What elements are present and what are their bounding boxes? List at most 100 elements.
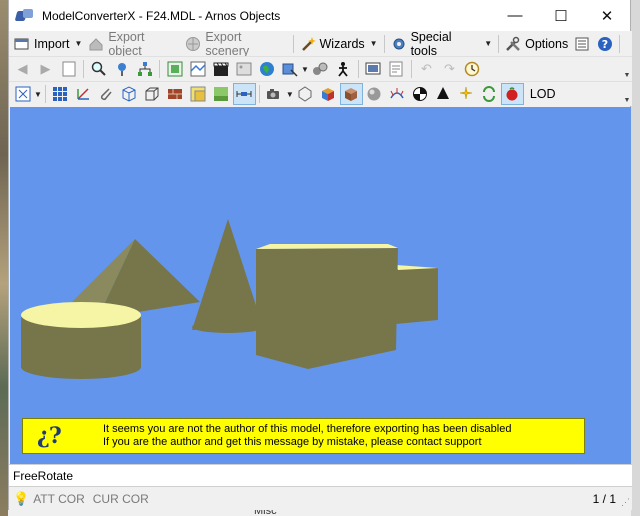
svg-text:?: ? — [602, 38, 608, 51]
paperclip-icon — [98, 86, 114, 102]
options-button[interactable]: Options — [502, 33, 571, 55]
axis-button[interactable] — [72, 83, 95, 105]
special-tools-button[interactable]: Special tools ▼ — [388, 30, 496, 58]
toolbar-separator — [83, 60, 84, 78]
fit-view-button[interactable] — [11, 83, 34, 105]
normals-button[interactable] — [386, 83, 409, 105]
locate-button[interactable] — [110, 58, 133, 80]
cur-cor-indicator: CUR COR — [92, 491, 149, 506]
sphere-button[interactable] — [363, 83, 386, 105]
minimize-button[interactable]: — — [492, 0, 538, 31]
light-map-icon — [190, 86, 206, 102]
screenshot-button[interactable] — [362, 58, 385, 80]
pin-icon — [114, 61, 130, 77]
world-button[interactable] — [255, 58, 278, 80]
zoom-button[interactable] — [87, 58, 110, 80]
refresh-button[interactable] — [478, 83, 501, 105]
warning-line-2: If you are the author and get this messa… — [103, 436, 482, 448]
resize-grip-icon[interactable]: ⋰ — [621, 497, 630, 508]
undo-button[interactable]: ↶ — [415, 58, 438, 80]
image-button[interactable] — [232, 58, 255, 80]
animation-button[interactable] — [209, 58, 232, 80]
main-toolbar: Import ▼ Export object Export scenery Wi… — [9, 30, 632, 58]
toolbar-overflow-button[interactable]: ▼ — [623, 57, 631, 79]
shadow-button[interactable] — [432, 83, 455, 105]
attach-button[interactable] — [95, 83, 118, 105]
bounding-box-button[interactable] — [141, 83, 164, 105]
back-button[interactable]: ◀ — [11, 58, 34, 80]
notes-button[interactable] — [571, 33, 594, 55]
export-object-button[interactable]: Export object — [85, 30, 182, 58]
warning-line-1: It seems you are not the author of this … — [103, 423, 512, 435]
report-button[interactable] — [385, 58, 408, 80]
window-title: ModelConverterX - F24.MDL - Arnos Object… — [42, 8, 281, 23]
polygon-button[interactable] — [294, 83, 317, 105]
camera-button[interactable] — [263, 83, 286, 105]
box-shape — [256, 244, 438, 369]
texture-cube-button[interactable] — [339, 83, 363, 105]
texture-cube-icon — [343, 86, 359, 102]
placement-button[interactable] — [278, 58, 301, 80]
lightbulb-icon: 💡 — [13, 490, 30, 506]
page-button[interactable] — [57, 58, 80, 80]
3d-viewport[interactable]: ¿? It seems you are not the author of th… — [10, 107, 631, 464]
help-icon: ? — [597, 36, 613, 52]
light-map-button[interactable] — [187, 83, 210, 105]
material-editor-button[interactable] — [163, 58, 186, 80]
effects-button[interactable] — [455, 83, 478, 105]
measure-button[interactable] — [232, 83, 256, 105]
wireframe-button[interactable] — [118, 83, 141, 105]
terrain-button[interactable] — [210, 83, 233, 105]
chevron-down-icon[interactable]: ▼ — [34, 90, 42, 99]
toolbar-separator — [383, 34, 385, 53]
maximize-button[interactable]: ☐ — [538, 0, 584, 31]
tools-icon — [505, 36, 521, 52]
terrain-icon — [213, 86, 229, 102]
grid-button[interactable] — [49, 83, 72, 105]
window-controls: — ☐ ✕ — [492, 0, 630, 31]
chevron-down-icon[interactable]: ▼ — [301, 65, 309, 74]
forward-button[interactable]: ▶ — [34, 58, 57, 80]
walker-button[interactable] — [332, 58, 355, 80]
lod-button[interactable]: LOD — [527, 83, 559, 105]
import-label: Import — [34, 36, 70, 51]
clock-icon — [464, 61, 480, 77]
redo-button[interactable]: ↷ — [438, 58, 461, 80]
toolbar-overflow-button[interactable]: ▼ — [623, 82, 631, 104]
time-button[interactable] — [461, 58, 484, 80]
redo-icon: ↷ — [443, 61, 455, 76]
import-button[interactable]: Import ▼ — [11, 33, 85, 55]
close-button[interactable]: ✕ — [584, 0, 630, 31]
chevron-down-icon[interactable]: ▼ — [286, 90, 294, 99]
toolbar-separator — [619, 34, 621, 53]
texture-button[interactable] — [186, 58, 209, 80]
help-button[interactable]: ? — [594, 33, 617, 55]
camera-icon — [266, 86, 282, 102]
texture-icon — [189, 61, 206, 77]
bug-button[interactable] — [500, 83, 524, 105]
render-toolbar: ▼ ▼ LOD ▼ — [9, 81, 632, 106]
wizards-button[interactable]: Wizards ▼ — [297, 33, 381, 55]
color-cube-icon — [320, 86, 336, 102]
scene-render — [21, 219, 438, 379]
fit-view-icon — [15, 86, 31, 102]
export-scenery-button[interactable]: Export scenery — [182, 30, 289, 58]
camera-mode-text: FreeRotate — [13, 468, 74, 483]
clapper-icon — [213, 61, 229, 77]
hierarchy-button[interactable] — [133, 58, 156, 80]
toolbar-separator — [410, 60, 412, 78]
color-cube-button[interactable] — [317, 83, 340, 105]
toolbar-separator — [292, 34, 294, 53]
toolbar-separator — [258, 85, 260, 103]
checker-button[interactable] — [409, 83, 432, 105]
undo-icon: ↶ — [420, 61, 432, 76]
placement-icon — [282, 61, 298, 77]
brick-texture-button[interactable] — [164, 83, 187, 105]
question-icon: ¿? — [37, 421, 81, 451]
cylinder-shape — [21, 302, 141, 379]
image-icon — [236, 61, 252, 77]
title-bar[interactable]: ModelConverterX - F24.MDL - Arnos Object… — [9, 0, 630, 31]
magnifier-icon — [91, 61, 107, 77]
lights-button[interactable] — [309, 58, 332, 80]
bug-icon — [504, 86, 520, 102]
